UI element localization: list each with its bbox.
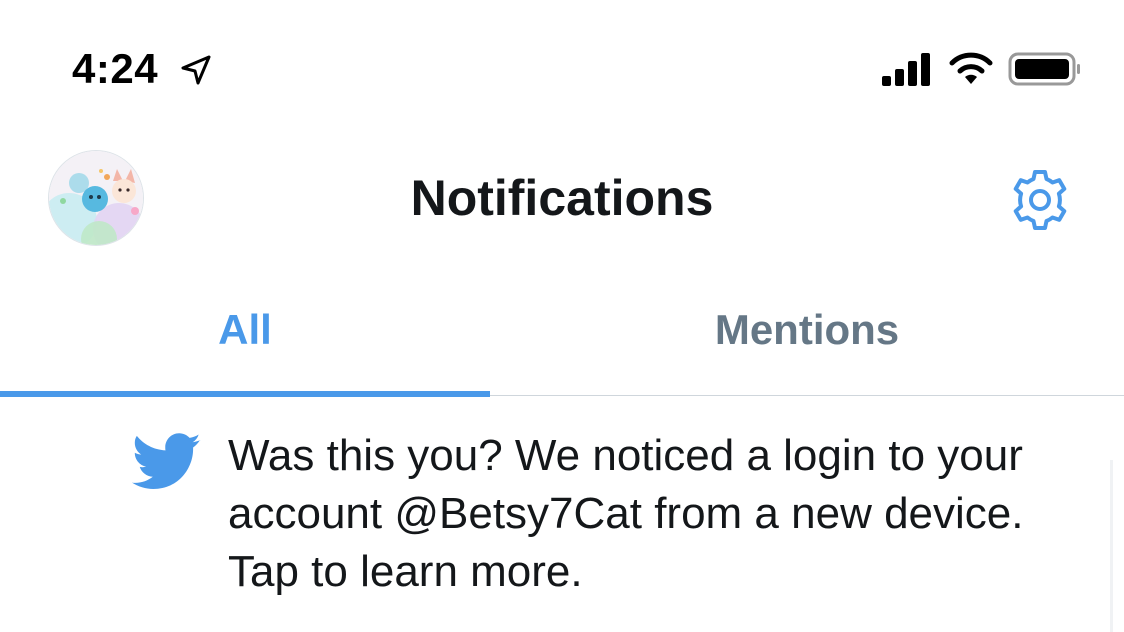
- page-title: Notifications: [410, 170, 714, 226]
- tab-mentions-label: Mentions: [714, 306, 900, 353]
- gear-icon[interactable]: [1006, 166, 1074, 234]
- tab-mentions[interactable]: Mentions: [562, 290, 1052, 396]
- location-arrow-icon: [181, 55, 211, 85]
- notification-tabs: All Mentions: [0, 290, 1124, 397]
- battery-icon: [1008, 52, 1081, 86]
- tab-all[interactable]: All: [0, 290, 490, 397]
- cellular-signal-icon: [882, 53, 930, 86]
- tab-all-label: All: [218, 306, 272, 353]
- twitter-bird-icon: [132, 433, 201, 489]
- notification-item[interactable]: Was this you? We noticed a login to your…: [0, 397, 1124, 632]
- notifications-screen: 4:24 Notifications All Mentions Was this…: [0, 0, 1124, 632]
- wifi-icon: [949, 52, 993, 84]
- notification-text: Was this you? We noticed a login to your…: [228, 431, 1024, 596]
- status-bar: 4:24: [0, 0, 1124, 130]
- scrollbar: [1110, 460, 1113, 632]
- status-time: 4:24: [72, 45, 159, 92]
